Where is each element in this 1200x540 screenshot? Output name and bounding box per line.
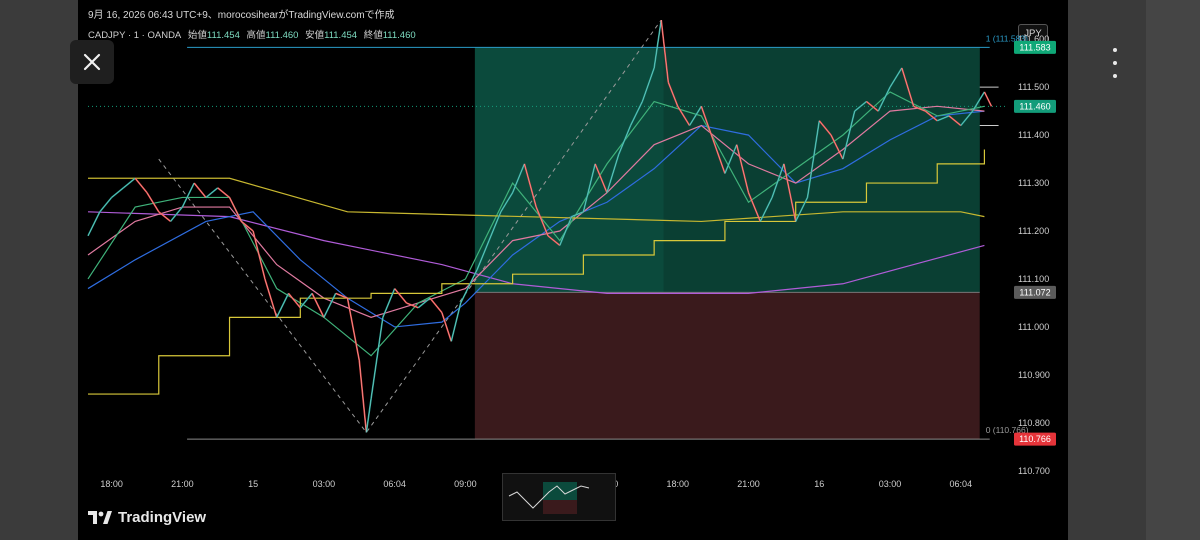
left-backdrop	[0, 0, 78, 540]
price-badge-text: 111.583	[1019, 42, 1050, 52]
x-tick-label: 21:00	[171, 479, 194, 489]
y-tick-label: 111.200	[1018, 226, 1049, 236]
price-badge-text: 110.766	[1019, 434, 1051, 444]
logo-text: TradingView	[118, 509, 207, 526]
close-icon	[83, 53, 101, 71]
y-tick-label: 111.300	[1018, 178, 1049, 188]
price-chart[interactable]: 111.600111.500111.400111.300111.200111.1…	[78, 20, 1068, 490]
y-tick-label: 111.400	[1018, 130, 1049, 140]
x-tick-label: 06:04	[950, 479, 973, 489]
target-zone-inner	[663, 47, 980, 293]
right-gutter	[1146, 0, 1200, 540]
right-backdrop	[1068, 0, 1200, 540]
y-tick-label: 111.500	[1018, 82, 1049, 92]
tradingview-logo-icon	[88, 510, 112, 524]
more-options-dot	[1113, 74, 1117, 78]
x-tick-label: 03:00	[313, 479, 336, 489]
stop-zone	[474, 292, 980, 440]
y-tick-label: 111.000	[1018, 322, 1049, 332]
close-button[interactable]	[70, 40, 114, 84]
x-tick-label: 21:00	[737, 479, 760, 489]
y-tick-label: 110.900	[1018, 370, 1050, 380]
more-options-button[interactable]	[1106, 48, 1124, 78]
x-tick-label: 18:00	[666, 479, 689, 489]
price-badge-text: 111.072	[1019, 287, 1050, 297]
x-tick-label: 06:04	[383, 479, 406, 489]
x-tick-label: 09:00	[454, 479, 477, 489]
x-tick-label: 16	[814, 479, 824, 489]
y-tick-label: 110.700	[1018, 466, 1050, 476]
x-tick-label: 03:00	[879, 479, 902, 489]
price-badge-text: 111.460	[1019, 101, 1050, 111]
more-options-dot	[1113, 61, 1117, 65]
y-tick-label: 111.100	[1018, 274, 1049, 284]
chart-screenshot: 9月 16, 2026 06:43 UTC+9、morocosihearがTra…	[78, 0, 1068, 540]
x-tick-label: 15	[248, 479, 258, 489]
thumbnail-stop-zone	[543, 500, 577, 514]
more-options-dot	[1113, 48, 1117, 52]
x-tick-label: 18:00	[100, 479, 123, 489]
snapshot-caption: 9月 16, 2026 06:43 UTC+9、morocosihearがTra…	[88, 10, 395, 21]
chart-thumbnail[interactable]	[502, 473, 616, 521]
thumbnail-preview	[508, 482, 590, 514]
tradingview-logo: TradingView	[88, 509, 206, 526]
